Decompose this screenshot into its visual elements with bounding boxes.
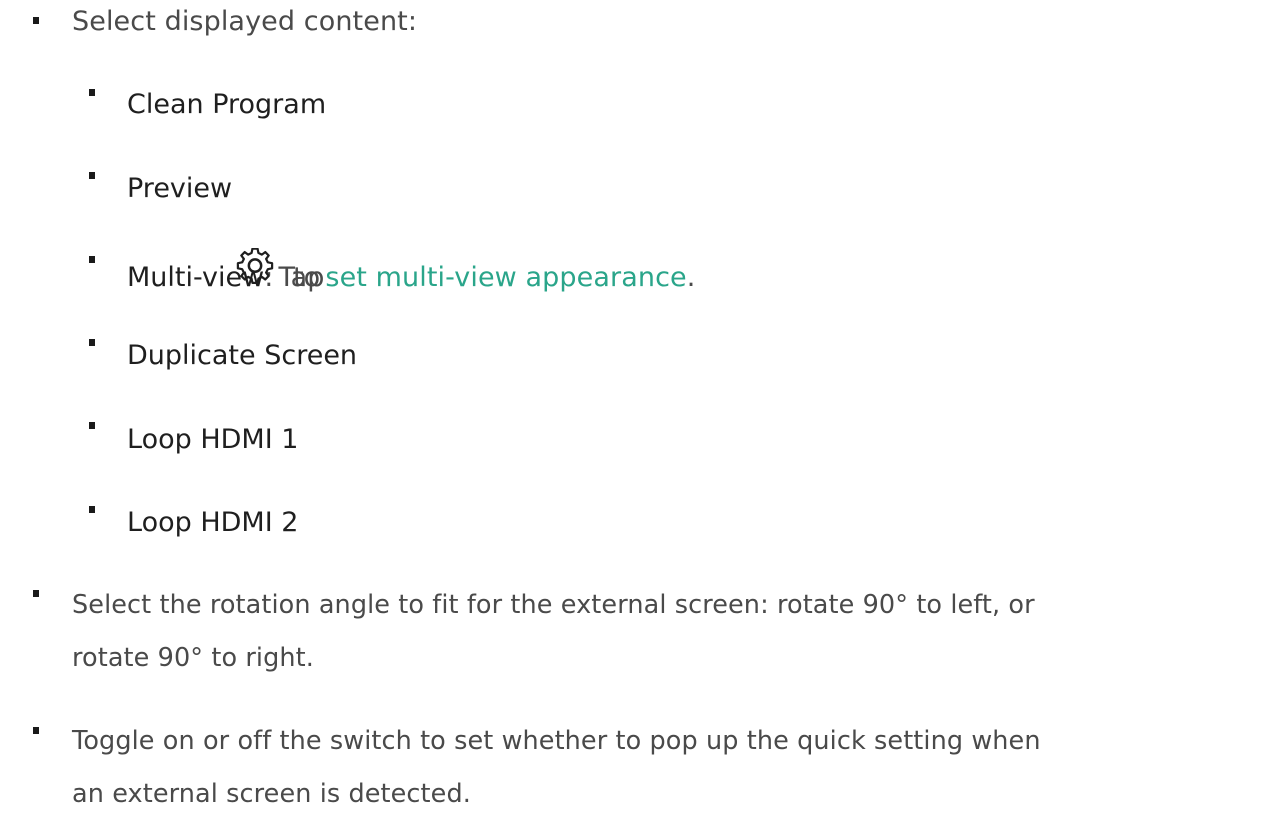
- square-bullet-icon: [33, 727, 39, 734]
- square-bullet-icon: [89, 422, 95, 429]
- square-bullet-icon: [89, 506, 95, 513]
- square-bullet-icon: [33, 590, 39, 597]
- option-clean-program: Clean Program: [127, 89, 327, 120]
- multiview-to: to: [293, 262, 321, 293]
- square-bullet-icon: [89, 89, 95, 96]
- rotation-text-line-2: rotate 90° to right.: [72, 643, 314, 673]
- gear-icon: [236, 248, 274, 284]
- option-loop-hdmi-2: Loop HDMI 2: [127, 507, 299, 538]
- option-duplicate-screen: Duplicate Screen: [127, 340, 358, 371]
- multiview-end: .: [686, 262, 696, 293]
- square-bullet-icon: [89, 256, 95, 263]
- toggle-text-line-2: an external screen is detected.: [72, 779, 471, 809]
- select-content-text: Select displayed content:: [72, 6, 418, 37]
- rotation-text-line-1: Select the rotation angle to fit for the…: [72, 590, 1035, 620]
- toggle-text-line-1: Toggle on or off the switch to set wheth…: [72, 726, 1041, 756]
- multiview-appearance-link[interactable]: set multi-view appearance: [325, 262, 686, 293]
- square-bullet-icon: [89, 339, 95, 346]
- square-bullet-icon: [33, 17, 39, 24]
- option-loop-hdmi-1: Loop HDMI 1: [127, 424, 299, 455]
- multiview-rest: to set multi-view appearance.: [293, 262, 695, 293]
- option-preview: Preview: [127, 173, 233, 204]
- square-bullet-icon: [89, 172, 95, 179]
